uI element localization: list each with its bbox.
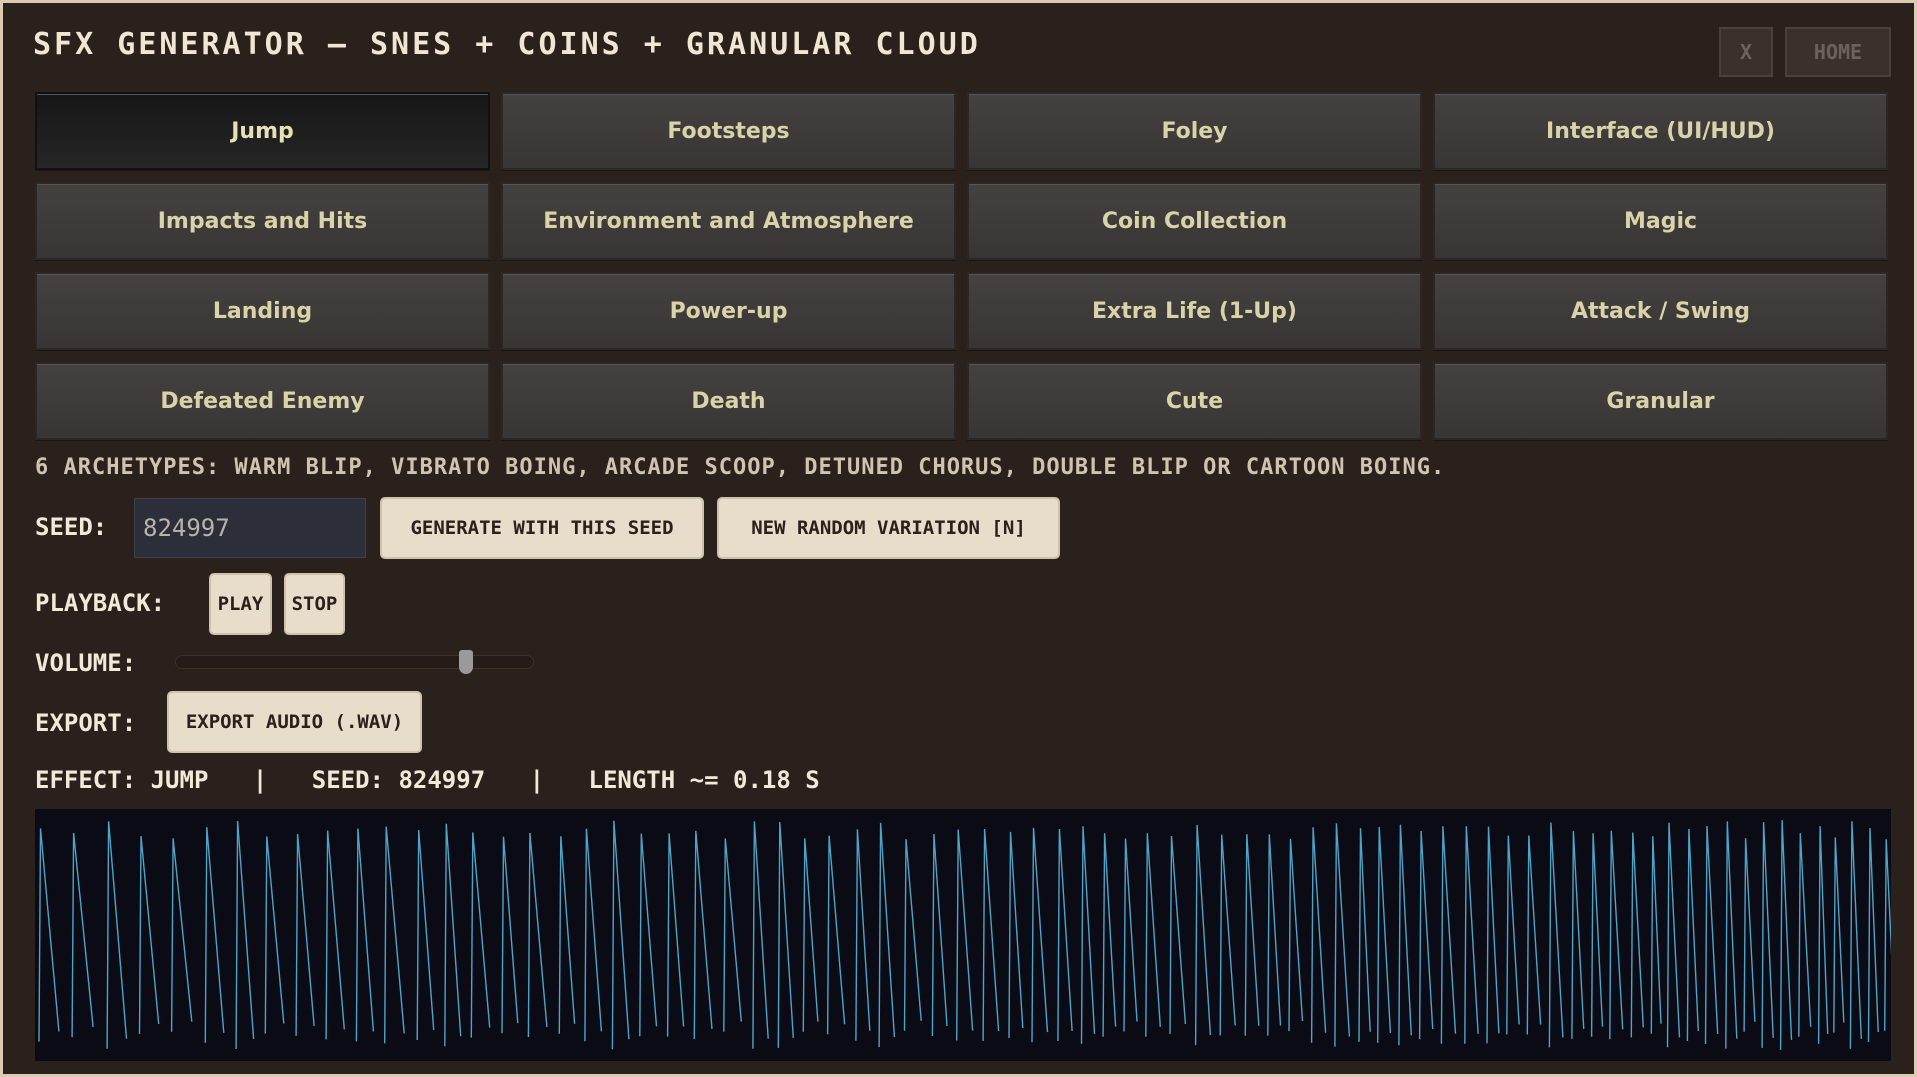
app-title: SFX GENERATOR – SNES + COINS + GRANULAR …: [33, 27, 981, 62]
category-magic-button[interactable]: Magic: [1433, 182, 1888, 260]
export-audio-button[interactable]: EXPORT AUDIO (.WAV): [167, 691, 422, 753]
new-random-variation-button[interactable]: NEW RANDOM VARIATION [N]: [717, 497, 1060, 559]
category-landing-button[interactable]: Landing: [35, 272, 490, 350]
export-label: EXPORT:: [35, 709, 137, 737]
stop-button[interactable]: STOP: [284, 573, 345, 635]
category-grid: Jump Footsteps Foley Interface (UI/HUD) …: [35, 92, 1890, 440]
app-window: SFX GENERATOR – SNES + COINS + GRANULAR …: [0, 0, 1917, 1077]
home-button[interactable]: HOME: [1785, 27, 1891, 77]
category-granular-button[interactable]: Granular: [1433, 362, 1888, 440]
waveform-path: [38, 820, 1896, 1050]
close-button[interactable]: X: [1719, 27, 1773, 77]
info-separator: |: [252, 766, 268, 794]
category-death-button[interactable]: Death: [501, 362, 956, 440]
category-foley-button[interactable]: Foley: [967, 92, 1422, 170]
seed-label: SEED:: [35, 513, 108, 541]
playback-label: PLAYBACK:: [35, 589, 166, 617]
category-jump-button[interactable]: Jump: [35, 92, 490, 170]
category-powerup-button[interactable]: Power-up: [501, 272, 956, 350]
category-interface-button[interactable]: Interface (UI/HUD): [1433, 92, 1888, 170]
category-attack-button[interactable]: Attack / Swing: [1433, 272, 1888, 350]
category-defeated-button[interactable]: Defeated Enemy: [35, 362, 490, 440]
volume-slider-thumb[interactable]: [458, 650, 473, 674]
info-seed: SEED: 824997: [311, 766, 486, 794]
category-environment-button[interactable]: Environment and Atmosphere: [501, 182, 956, 260]
category-footsteps-button[interactable]: Footsteps: [501, 92, 956, 170]
generate-seed-button[interactable]: GENERATE WITH THIS SEED: [380, 497, 704, 559]
effect-info-line: EFFECT: JUMP | SEED: 824997 | LENGTH ~= …: [35, 766, 820, 794]
waveform-graphic: [38, 820, 1896, 1050]
seed-input[interactable]: 824997: [134, 498, 366, 558]
category-impacts-button[interactable]: Impacts and Hits: [35, 182, 490, 260]
volume-slider[interactable]: [175, 650, 534, 674]
info-length: LENGTH ~= 0.18 S: [588, 766, 820, 794]
info-effect: EFFECT: JUMP: [35, 766, 209, 794]
category-cute-button[interactable]: Cute: [967, 362, 1422, 440]
waveform-display: [35, 809, 1896, 1061]
play-button[interactable]: PLAY: [209, 573, 272, 635]
category-coin-button[interactable]: Coin Collection: [967, 182, 1422, 260]
info-separator: |: [529, 766, 545, 794]
category-extralife-button[interactable]: Extra Life (1-Up): [967, 272, 1422, 350]
volume-label: VOLUME:: [35, 649, 137, 677]
archetypes-description: 6 ARCHETYPES: WARM BLIP, VIBRATO BOING, …: [35, 455, 1446, 480]
